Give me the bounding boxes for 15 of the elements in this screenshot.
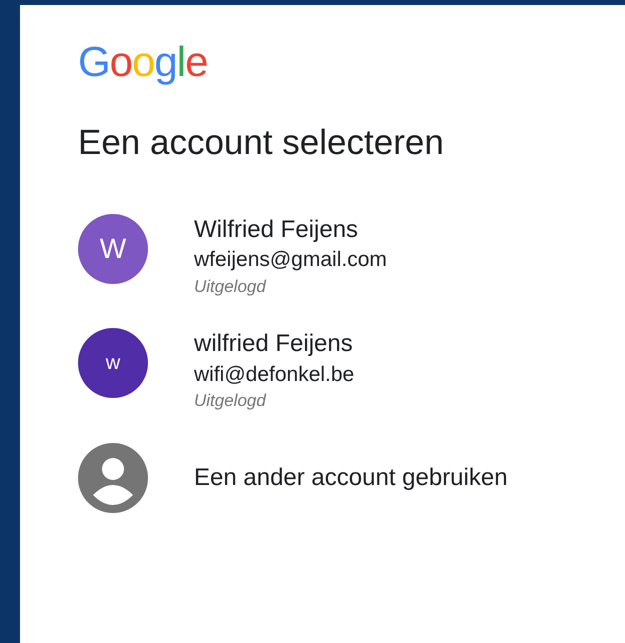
account-status: Uitgelogd (194, 390, 268, 412)
avatar: W (78, 214, 148, 284)
account-name: wilfried Feijens (194, 329, 354, 360)
google-logo: Google (78, 41, 208, 83)
account-email: wifi@defonkel.be (194, 362, 354, 388)
account-name: Een ander account gebruiken (194, 463, 508, 494)
person-icon (78, 442, 148, 513)
account-item[interactable]: w wilfried Feijens wifi@defonkel.be Uitgelogd (78, 328, 625, 413)
account-name: Wilfried Feijens (194, 215, 360, 245)
account-item[interactable]: Een ander account gebruiken (78, 442, 625, 513)
page-title: Een account selecteren (78, 122, 445, 164)
account-item[interactable]: W Wilfried Feijens wfeijens@gmail.com Uitgelogd (78, 214, 625, 298)
account-email: wfeijens@gmail.com (194, 247, 387, 274)
account-status: Uitgelogd (194, 276, 268, 298)
avatar: w (78, 328, 148, 398)
